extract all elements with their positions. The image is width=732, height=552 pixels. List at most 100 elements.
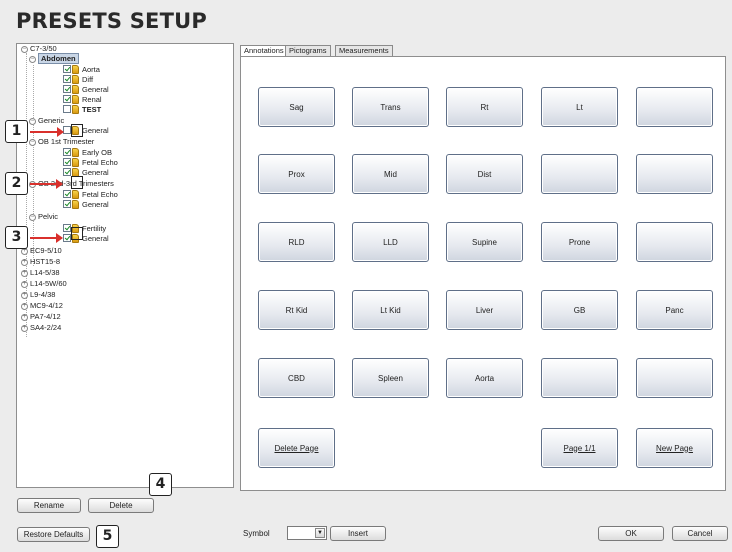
expand-icon[interactable]: + [21, 270, 28, 277]
callout-arrow [30, 233, 63, 243]
symbol-label: Symbol [243, 529, 270, 538]
expand-icon[interactable]: + [21, 325, 28, 332]
expand-icon[interactable]: + [21, 314, 28, 321]
checkbox[interactable] [63, 65, 71, 73]
collapse-icon[interactable]: − [21, 46, 28, 53]
rename-button[interactable]: Rename [17, 498, 81, 513]
delete-button[interactable]: Delete [88, 498, 154, 513]
annotation-button[interactable]: Liver [446, 290, 523, 330]
restore-defaults-button[interactable]: Restore Defaults [17, 527, 90, 542]
tree-item[interactable]: General [63, 168, 109, 178]
expand-icon[interactable]: + [21, 259, 28, 266]
callout-highlight-box [71, 176, 83, 189]
ok-button[interactable]: OK [598, 526, 664, 541]
tree-item-test[interactable]: TEST [63, 105, 101, 115]
annotation-button-empty[interactable] [541, 154, 618, 194]
checkbox[interactable] [63, 190, 71, 198]
annotation-button[interactable]: GB [541, 290, 618, 330]
tree-node-ob1[interactable]: − OB 1st Trimester [29, 137, 94, 147]
checkbox[interactable] [63, 200, 71, 208]
annotation-button[interactable]: RLD [258, 222, 335, 262]
tree-node-collapsed[interactable]: + PA7-4/12 [21, 312, 61, 322]
checkbox[interactable] [63, 234, 71, 242]
expand-icon[interactable]: + [21, 281, 28, 288]
collapse-icon[interactable]: − [29, 139, 36, 146]
collapse-icon[interactable]: − [29, 118, 36, 125]
tree-item[interactable]: General [63, 200, 109, 210]
expand-icon[interactable]: + [21, 292, 28, 299]
new-page-button[interactable]: New Page [636, 428, 713, 468]
annotation-button-empty[interactable] [541, 358, 618, 398]
annotation-button[interactable]: Prox [258, 154, 335, 194]
callout-arrow [30, 127, 64, 137]
tree-node-pelvic[interactable]: − Pelvic [29, 212, 58, 222]
tree-node-collapsed[interactable]: + L14-5/38 [21, 268, 60, 278]
annotation-button[interactable]: Sag [258, 87, 335, 127]
collapse-icon[interactable]: − [29, 214, 36, 221]
annotation-button[interactable]: Dist [446, 154, 523, 194]
tree-node-collapsed[interactable]: + MC9-4/12 [21, 301, 63, 311]
checkbox[interactable] [63, 85, 71, 93]
preset-icon [72, 75, 79, 84]
symbol-dropdown[interactable]: ▼ [287, 526, 327, 540]
tree-node-collapsed[interactable]: + HST15-8 [21, 257, 60, 267]
tree-node-collapsed[interactable]: + L14-5W/60 [21, 279, 67, 289]
callout-5: 5 [96, 525, 119, 548]
annotation-button[interactable]: Lt Kid [352, 290, 429, 330]
page-button[interactable]: Page 1/1 [541, 428, 618, 468]
tree-node-generic[interactable]: − Generic [29, 116, 64, 126]
expand-icon[interactable]: + [21, 303, 28, 310]
checkbox[interactable] [63, 224, 71, 232]
checkbox[interactable] [63, 158, 71, 166]
tree-item[interactable]: Diff [63, 75, 93, 85]
annotation-button[interactable]: Supine [446, 222, 523, 262]
callout-1: 1 [5, 120, 28, 143]
annotation-button[interactable]: Rt [446, 87, 523, 127]
tree-node-collapsed[interactable]: + SA4-2/24 [21, 323, 61, 333]
annotation-button[interactable]: Trans [352, 87, 429, 127]
checkbox[interactable] [63, 126, 71, 134]
collapse-icon[interactable]: − [29, 56, 36, 63]
tree-item[interactable]: Early OB [63, 148, 112, 158]
checkbox[interactable] [63, 148, 71, 156]
tree-node-collapsed[interactable]: + L9-4/38 [21, 290, 55, 300]
annotation-button-empty[interactable] [636, 358, 713, 398]
callout-highlight-box [71, 227, 83, 240]
annotation-button[interactable]: Rt Kid [258, 290, 335, 330]
checkbox[interactable] [63, 75, 71, 83]
tree-item[interactable]: General [63, 234, 109, 244]
callout-3: 3 [5, 226, 28, 249]
tree-item[interactable]: Fertility [63, 224, 106, 234]
insert-button[interactable]: Insert [330, 526, 386, 541]
tree-item[interactable]: Fetal Echo [63, 190, 118, 200]
callout-4: 4 [149, 473, 172, 496]
annotation-button[interactable]: LLD [352, 222, 429, 262]
annotation-button-empty[interactable] [636, 222, 713, 262]
annotation-button[interactable]: Lt [541, 87, 618, 127]
annotation-button[interactable]: Panc [636, 290, 713, 330]
preset-icon [72, 190, 79, 199]
annotation-button[interactable]: Spleen [352, 358, 429, 398]
annotation-button-empty[interactable] [636, 87, 713, 127]
tree-item[interactable]: General [63, 85, 109, 95]
tree-item[interactable]: Fetal Echo [63, 158, 118, 168]
checkbox[interactable] [63, 105, 71, 113]
checkbox[interactable] [63, 168, 71, 176]
tree-item[interactable]: General [63, 126, 109, 136]
cancel-button[interactable]: Cancel [672, 526, 728, 541]
chevron-down-icon[interactable]: ▼ [315, 528, 325, 538]
annotation-button[interactable]: Aorta [446, 358, 523, 398]
delete-page-button[interactable]: Delete Page [258, 428, 335, 468]
tree-node-abdomen[interactable]: − Abdomen [29, 53, 79, 64]
callout-arrow [30, 179, 63, 189]
callout-highlight-box [71, 124, 83, 137]
tree-item[interactable]: Aorta [63, 65, 100, 75]
expand-icon[interactable]: + [21, 248, 28, 255]
annotation-button-empty[interactable] [636, 154, 713, 194]
preset-tree[interactable]: − C7-3/50 − Abdomen Aorta Diff General Ren… [16, 43, 234, 488]
annotation-button[interactable]: CBD [258, 358, 335, 398]
annotation-button[interactable]: Prone [541, 222, 618, 262]
tree-item[interactable]: Renal [63, 95, 102, 105]
checkbox[interactable] [63, 95, 71, 103]
annotation-button[interactable]: Mid [352, 154, 429, 194]
